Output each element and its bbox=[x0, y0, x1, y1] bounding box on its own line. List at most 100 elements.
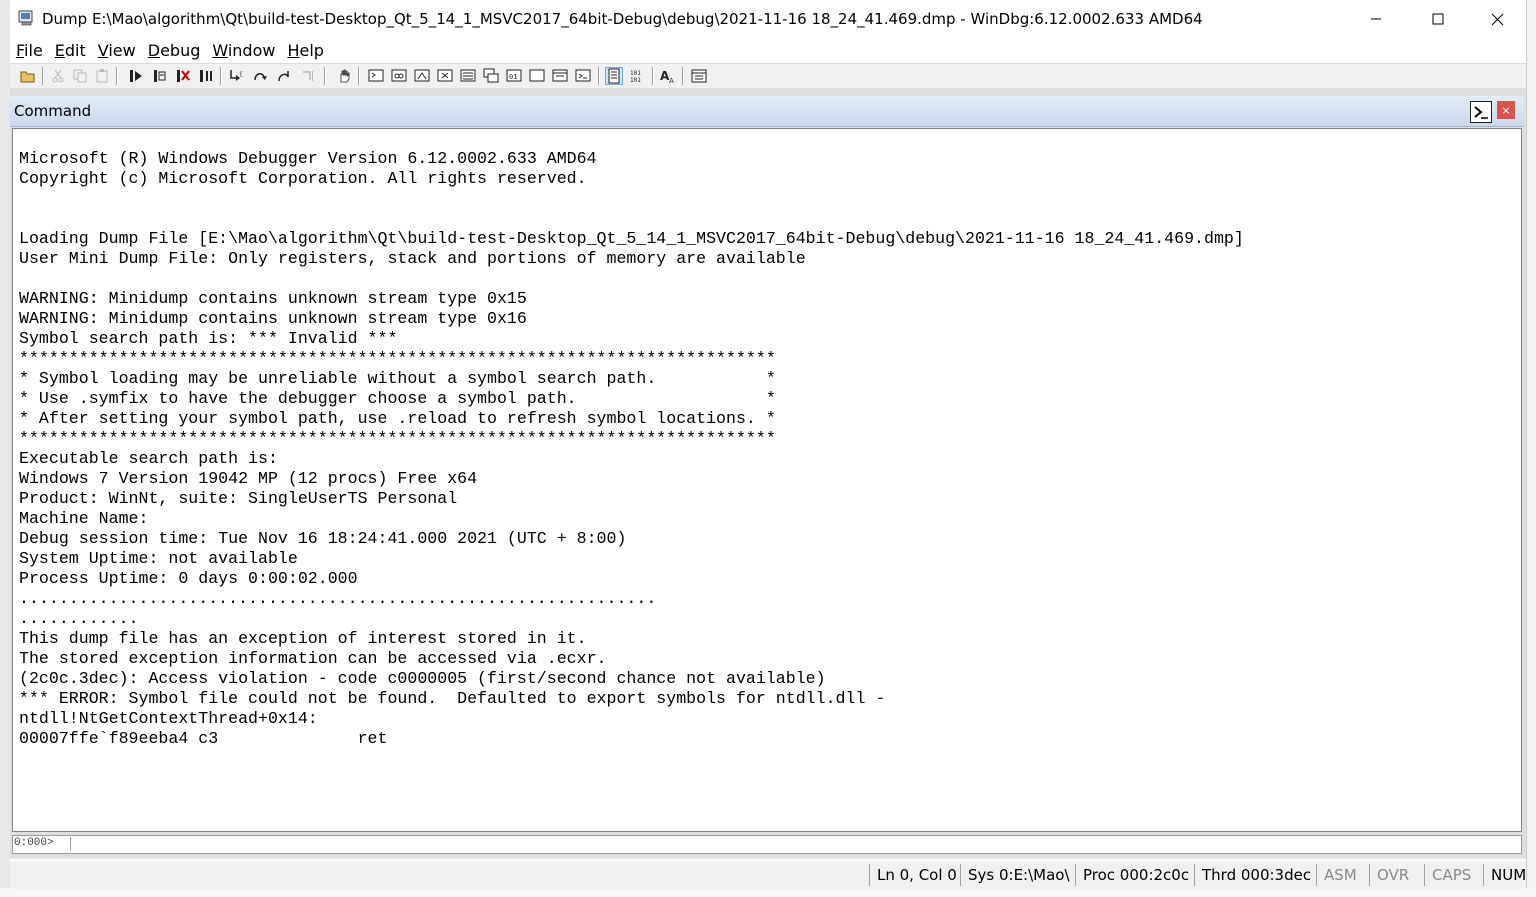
output-line: Microsoft (R) Windows Debugger Version 6… bbox=[19, 149, 597, 168]
toolbar-separator bbox=[358, 67, 360, 85]
command-output-text: Microsoft (R) Windows Debugger Version 6… bbox=[13, 129, 1521, 749]
toolbar-separator bbox=[116, 67, 118, 85]
output-line: Windows 7 Version 19042 MP (12 procs) Fr… bbox=[19, 469, 478, 488]
output-line: WARNING: Minidump contains unknown strea… bbox=[19, 289, 527, 308]
svg-text:101: 101 bbox=[630, 70, 641, 77]
status-thrd: Thrd 000:3dec bbox=[1194, 864, 1318, 886]
menu-edit-mnemonic: E bbox=[54, 41, 65, 60]
output-line: (2c0c.3dec): Access violation - code c00… bbox=[19, 669, 826, 688]
toolbar-separator bbox=[220, 67, 222, 85]
status-ovr: OVR bbox=[1369, 864, 1416, 886]
step-into-icon[interactable]: {} bbox=[228, 68, 244, 84]
locals-window-icon[interactable] bbox=[414, 68, 430, 84]
toolbar-separator bbox=[682, 67, 684, 85]
command-window-close-button[interactable]: × bbox=[1497, 101, 1515, 119]
output-line: This dump file has an exception of inter… bbox=[19, 629, 587, 648]
font-icon[interactable]: AA bbox=[660, 68, 676, 84]
menu-debug-mnemonic: D bbox=[147, 41, 161, 60]
command-window-header[interactable]: Command × bbox=[10, 96, 1524, 127]
status-proc: Proc 000:2c0c bbox=[1075, 864, 1196, 886]
source-mode-icon[interactable] bbox=[575, 68, 591, 84]
output-line: ............ bbox=[19, 609, 139, 628]
maximize-icon bbox=[1432, 13, 1444, 25]
watch-window-icon[interactable] bbox=[391, 68, 407, 84]
command-input[interactable] bbox=[73, 836, 1517, 851]
hex-mode-icon[interactable]: 101101 bbox=[629, 68, 645, 84]
menu-edit[interactable]: Edit bbox=[49, 38, 92, 63]
menu-debug[interactable]: Debug bbox=[142, 38, 207, 63]
output-line: Copyright (c) Microsoft Corporation. All… bbox=[19, 169, 587, 188]
output-line: ........................................… bbox=[19, 589, 657, 608]
cut-icon[interactable] bbox=[50, 68, 66, 84]
processes-threads-icon[interactable] bbox=[552, 68, 568, 84]
menu-help-mnemonic: H bbox=[287, 41, 300, 60]
break-icon[interactable] bbox=[198, 68, 214, 84]
menu-view-mnemonic: V bbox=[97, 41, 109, 60]
window-title: Dump E:\Mao\algorithm\Qt\build-test-Desk… bbox=[42, 10, 1203, 28]
menu-bar: File Edit View Debug Window Help bbox=[10, 38, 1526, 63]
registers-window-icon[interactable] bbox=[437, 68, 453, 84]
background-left-strip bbox=[0, 0, 10, 897]
restart-icon[interactable] bbox=[152, 68, 168, 84]
output-line: Executable search path is: bbox=[19, 449, 278, 468]
toolbar-separator bbox=[324, 67, 326, 85]
memory-window-icon[interactable] bbox=[460, 68, 476, 84]
output-line: ****************************************… bbox=[19, 429, 776, 448]
output-line: Process Uptime: 0 days 0:00:02.000 bbox=[19, 569, 358, 588]
menu-window[interactable]: Window bbox=[206, 38, 281, 63]
open-folder-icon[interactable] bbox=[20, 68, 36, 84]
go-icon[interactable] bbox=[128, 68, 144, 84]
source-mode-on-icon[interactable] bbox=[605, 67, 623, 85]
paste-icon[interactable] bbox=[94, 68, 110, 84]
output-line: ntdll!NtGetContextThread+0x14: bbox=[19, 709, 318, 728]
output-line: The stored exception information can be … bbox=[19, 649, 607, 668]
hand-icon[interactable] bbox=[336, 68, 352, 84]
menu-help[interactable]: Help bbox=[281, 38, 329, 63]
output-line: *** ERROR: Symbol file could not be foun… bbox=[19, 689, 886, 708]
command-prompt-icon[interactable] bbox=[1470, 101, 1492, 123]
output-line: * Use .symfix to have the debugger choos… bbox=[19, 389, 776, 408]
command-input-row: 0:000> bbox=[12, 835, 1522, 854]
svg-text:101: 101 bbox=[630, 77, 641, 84]
menu-debug-label: ebug bbox=[160, 41, 201, 60]
output-line: System Uptime: not available bbox=[19, 549, 298, 568]
status-caps: CAPS bbox=[1424, 864, 1478, 886]
title-bar[interactable]: Dump E:\Mao\algorithm\Qt\build-test-Desk… bbox=[10, 0, 1526, 38]
command-window-icon[interactable] bbox=[368, 68, 384, 84]
output-line: Machine Name: bbox=[19, 509, 149, 528]
status-position: Ln 0, Col 0 bbox=[869, 864, 964, 886]
output-line: User Mini Dump File: Only registers, sta… bbox=[19, 249, 806, 268]
run-to-cursor-icon[interactable] bbox=[300, 68, 316, 84]
close-button[interactable] bbox=[1468, 0, 1526, 38]
svg-text:01: 01 bbox=[509, 73, 517, 81]
output-line: Symbol search path is: *** Invalid *** bbox=[19, 329, 398, 348]
toolbar-separator bbox=[42, 67, 44, 85]
disassembly-window-icon[interactable]: 01 bbox=[506, 68, 522, 84]
menu-file-label: ile bbox=[24, 41, 43, 60]
toolbar: {} 01 101101 AA bbox=[10, 63, 1526, 90]
toolbar-separator bbox=[598, 67, 600, 85]
minimize-button[interactable] bbox=[1347, 0, 1405, 38]
output-line: ****************************************… bbox=[19, 349, 776, 368]
output-line: Debug session time: Tue Nov 16 18:24:41.… bbox=[19, 529, 627, 548]
output-line: * Symbol loading may be unreliable witho… bbox=[19, 369, 776, 388]
command-output-pane[interactable]: Microsoft (R) Windows Debugger Version 6… bbox=[12, 128, 1522, 832]
menu-view-label: iew bbox=[108, 41, 136, 60]
step-over-icon[interactable] bbox=[252, 68, 268, 84]
minimize-icon bbox=[1371, 18, 1381, 20]
menu-view[interactable]: View bbox=[92, 38, 142, 63]
command-prompt-label: 0:000> bbox=[14, 837, 71, 850]
scratch-pad-icon[interactable] bbox=[529, 68, 545, 84]
maximize-button[interactable] bbox=[1409, 0, 1467, 38]
stop-debugging-icon[interactable] bbox=[175, 68, 191, 84]
output-line: * After setting your symbol path, use .r… bbox=[19, 409, 776, 428]
output-line: 00007ffe`f89eeba4 c3 ret bbox=[19, 729, 388, 748]
menu-file[interactable]: File bbox=[10, 38, 49, 63]
options-icon[interactable] bbox=[691, 68, 707, 84]
step-out-icon[interactable] bbox=[276, 68, 292, 84]
close-icon bbox=[1491, 13, 1503, 25]
copy-icon[interactable] bbox=[72, 68, 88, 84]
call-stack-icon[interactable] bbox=[483, 68, 499, 84]
